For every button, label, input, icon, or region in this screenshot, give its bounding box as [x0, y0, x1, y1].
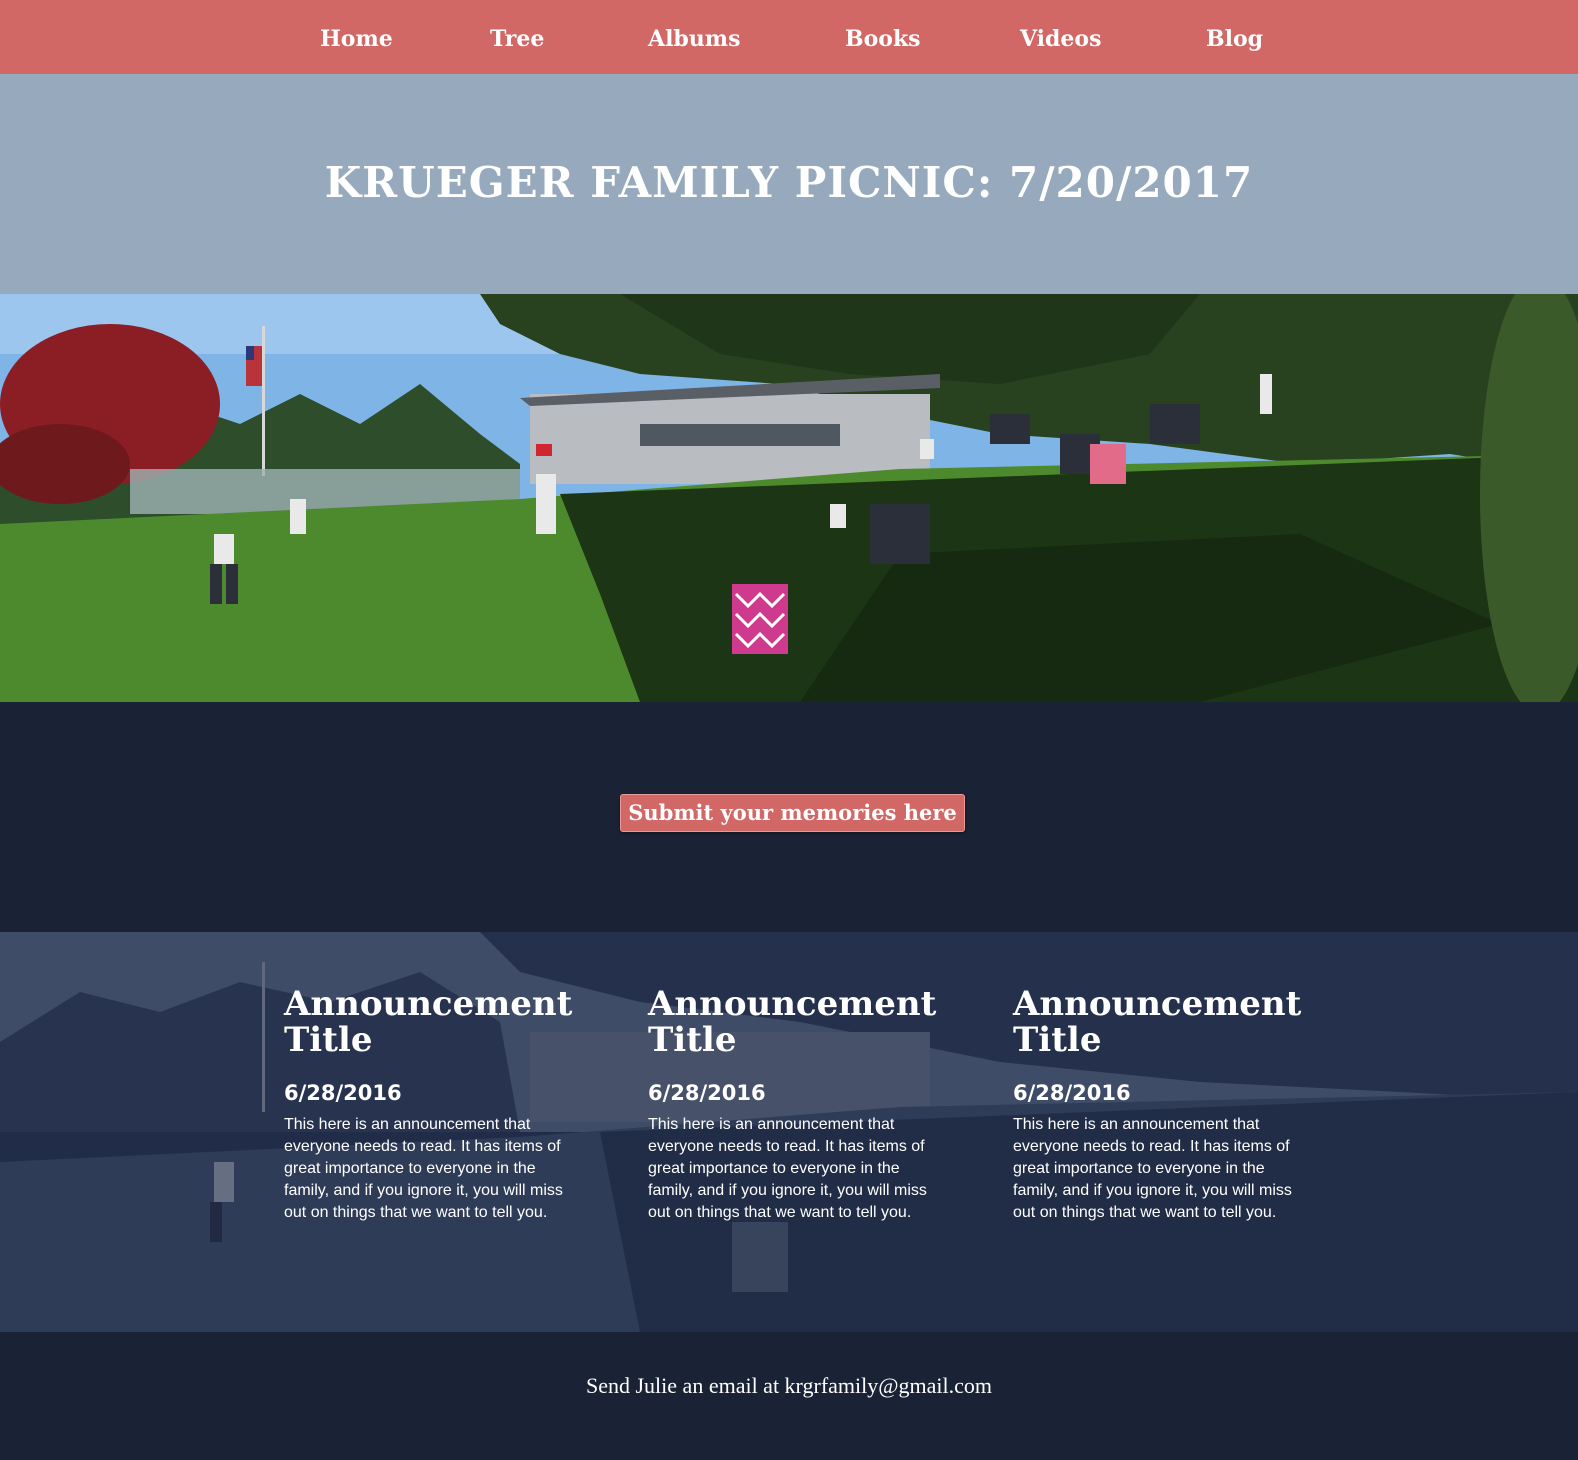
announcement-card: Announcement Title 6/28/2016 This here i… [648, 986, 938, 1224]
hero-panorama-image [0, 294, 1578, 702]
submit-section: Submit your memories here [0, 702, 1578, 932]
announcement-body: This here is an announcement that everyo… [648, 1116, 927, 1221]
announcements-section: Announcement Title 6/28/2016 This here i… [0, 932, 1578, 1332]
announcement-date: 6/28/2016 [648, 1081, 766, 1105]
top-nav: Home Tree Albums Books Videos Blog [0, 0, 1578, 74]
announcement-title: Announcement Title [648, 984, 937, 1060]
announcement-date: 6/28/2016 [284, 1081, 402, 1105]
picnic-panorama-graphic [0, 294, 1578, 702]
nav-tree-link[interactable]: Tree [490, 24, 544, 54]
announcement-card: Announcement Title 6/28/2016 This here i… [284, 986, 574, 1224]
page-title: KRUEGER FAMILY PICNIC: 7/20/2017 [324, 158, 1254, 207]
submit-memories-button[interactable]: Submit your memories here [620, 794, 965, 832]
nav-home-link[interactable]: Home [320, 24, 393, 54]
nav-videos-link[interactable]: Videos [1020, 24, 1101, 54]
announcement-card: Announcement Title 6/28/2016 This here i… [1013, 986, 1303, 1224]
footer-contact-text[interactable]: Send Julie an email at krgrfamily@gmail.… [0, 1372, 1578, 1400]
announcement-title: Announcement Title [1013, 984, 1302, 1060]
announcement-body: This here is an announcement that everyo… [284, 1116, 563, 1221]
announcement-body: This here is an announcement that everyo… [1013, 1116, 1292, 1221]
nav-books-link[interactable]: Books [845, 24, 921, 54]
nav-albums-link[interactable]: Albums [648, 24, 740, 54]
title-band: KRUEGER FAMILY PICNIC: 7/20/2017 [0, 74, 1578, 294]
footer: Send Julie an email at krgrfamily@gmail.… [0, 1332, 1578, 1460]
nav-blog-link[interactable]: Blog [1206, 24, 1263, 54]
announcement-date: 6/28/2016 [1013, 1081, 1131, 1105]
announcement-title: Announcement Title [284, 984, 573, 1060]
